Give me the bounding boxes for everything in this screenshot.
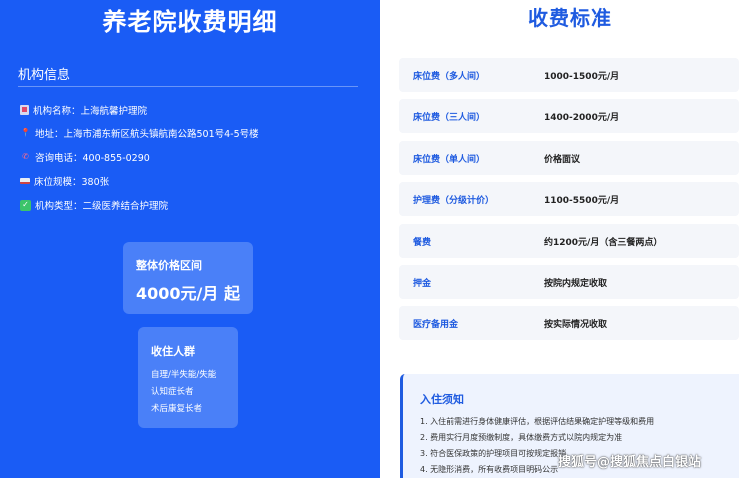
institution-panel: 养老院收费明细 机构信息 机构名称：上海航馨护理院 📍 地址：上海市浦东新区航头… (0, 0, 380, 478)
fee-value: 约1200元/月（含三餐两点） (544, 237, 663, 248)
fee-row: 护理费（分级计价） 1100-5500元/月 (399, 182, 739, 216)
fee-value: 价格面议 (544, 154, 581, 165)
fee-name: 床位费（多人间） (413, 71, 486, 82)
building-icon (20, 105, 29, 115)
section-title: 机构信息 (18, 68, 71, 83)
info-text: 机构名称：上海航馨护理院 (33, 106, 148, 117)
fee-value: 1100-5500元/月 (544, 195, 620, 206)
notice-item: 2. 费用实行月度预缴制度，具体缴费方式以院内规定为准 (420, 433, 623, 442)
info-text: 机构类型：二级医养结合护理院 (35, 201, 169, 212)
fee-value: 1400-2000元/月 (544, 112, 620, 123)
price-range-label: 整体价格区间 (136, 259, 202, 272)
info-address: 📍 地址：上海市浦东新区航头镇航南公路501号4-5号楼 (20, 126, 259, 141)
fee-row: 押金 按院内规定收取 (399, 265, 739, 299)
section-divider (18, 86, 358, 87)
target-residents-title: 收住人群 (151, 345, 195, 358)
info-phone: ✆ 咨询电话：400-855-0290 (20, 150, 150, 165)
notice-title: 入住须知 (420, 393, 464, 406)
info-text: 地址：上海市浦东新区航头镇航南公路501号4-5号楼 (35, 129, 259, 140)
fee-row: 床位费（单人间） 价格面议 (399, 141, 739, 175)
price-range-value: 4000元/月 起 (136, 284, 240, 303)
fee-value: 按院内规定收取 (544, 278, 608, 289)
notice-item: 4. 无隐形消费，所有收费项目明码公示 (420, 465, 559, 474)
fee-name: 护理费（分级计价） (413, 195, 495, 206)
bed-icon (20, 178, 30, 184)
watermark: 搜狐号@搜狐焦点白银站 (558, 455, 702, 470)
pin-icon: 📍 (20, 128, 31, 137)
fee-name: 床位费（三人间） (413, 112, 486, 123)
fee-name: 押金 (413, 278, 432, 289)
fee-row: 床位费（三人间） 1400-2000元/月 (399, 99, 739, 133)
check-icon: ✓ (20, 199, 31, 211)
target-residents-item: 自理/半失能/失能 (151, 370, 217, 380)
info-text: 咨询电话：400-855-0290 (35, 153, 150, 164)
fee-row: 医疗备用金 按实际情况收取 (399, 306, 739, 340)
fee-value: 按实际情况收取 (544, 319, 608, 330)
target-residents-card: 收住人群 自理/半失能/失能 认知症长者 术后康复长者 (138, 327, 238, 428)
info-beds: 床位规模：380张 (20, 174, 109, 188)
fee-value: 1000-1500元/月 (544, 71, 620, 82)
target-residents-item: 术后康复长者 (151, 404, 203, 414)
info-name: 机构名称：上海航馨护理院 (20, 103, 147, 117)
price-range-card: 整体价格区间 4000元/月 起 (123, 242, 253, 314)
fee-name: 床位费（单人间） (413, 154, 486, 165)
fee-row: 床位费（多人间） 1000-1500元/月 (399, 58, 739, 92)
target-residents-item: 认知症长者 (151, 387, 194, 397)
notice-item: 1. 入住前需进行身体健康评估，根据评估结果确定护理等级和费用 (420, 417, 655, 426)
notice-item: 3. 符合医保政策的护理项目可按规定报销 (420, 449, 567, 458)
fee-name: 医疗备用金 (413, 319, 459, 330)
page-title: 养老院收费明细 (102, 8, 278, 36)
info-text: 床位规模：380张 (34, 177, 110, 188)
fee-standard-title: 收费标准 (528, 6, 612, 30)
phone-icon: ✆ (22, 152, 29, 161)
fee-row: 餐费 约1200元/月（含三餐两点） (399, 224, 739, 258)
info-type: ✓ 机构类型：二级医养结合护理院 (20, 198, 168, 212)
fee-name: 餐费 (413, 237, 432, 248)
